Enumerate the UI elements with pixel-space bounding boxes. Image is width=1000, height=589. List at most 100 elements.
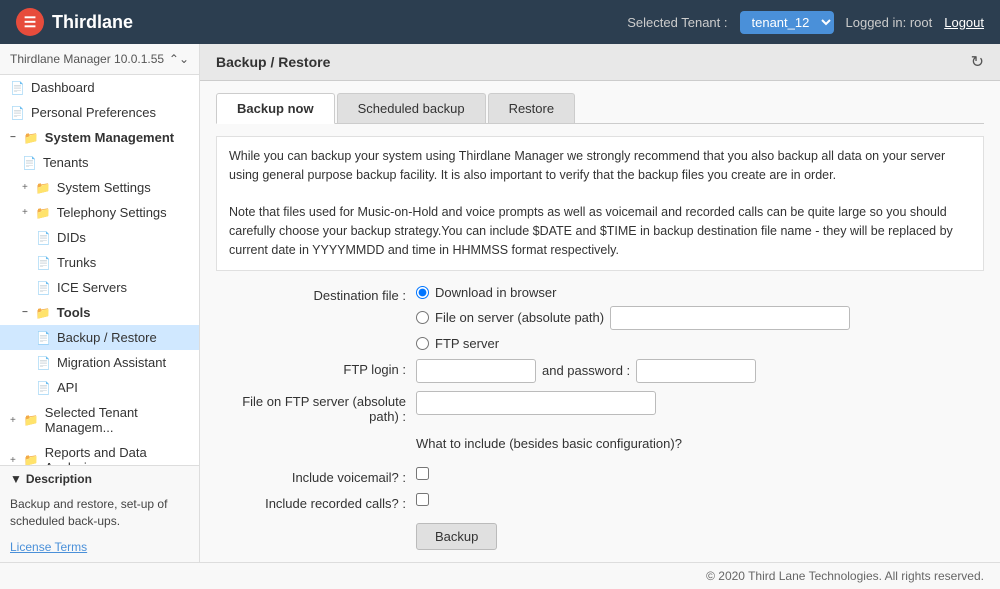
include-recorded-calls-checkbox[interactable] bbox=[416, 493, 429, 506]
dashboard-icon: 📄 bbox=[10, 81, 25, 95]
what-include-label: What to include (besides basic configura… bbox=[416, 436, 682, 451]
sidebar-item-label: Migration Assistant bbox=[57, 355, 166, 370]
file-server-input[interactable] bbox=[610, 306, 850, 330]
sidebar-item-ice-servers[interactable]: 📄 ICE Servers bbox=[0, 275, 199, 300]
expand-icon: + bbox=[22, 182, 28, 193]
sidebar-item-label: Telephony Settings bbox=[57, 205, 167, 220]
sidebar-item-label: Backup / Restore bbox=[57, 330, 157, 345]
main-layout: Thirdlane Manager 10.0.1.55 ⌃⌄ 📄 Dashboa… bbox=[0, 44, 1000, 562]
tenant-label: Selected Tenant : bbox=[627, 15, 727, 30]
backup-button[interactable]: Backup bbox=[416, 523, 497, 550]
ftp-password-input[interactable] bbox=[636, 359, 756, 383]
system-management-icon: 📁 bbox=[24, 131, 39, 145]
info-text-2: Note that files used for Music-on-Hold a… bbox=[229, 203, 971, 259]
expand-icon: + bbox=[22, 207, 28, 218]
tab-restore[interactable]: Restore bbox=[488, 93, 576, 123]
expand-icon: − bbox=[10, 132, 16, 143]
ftp-login-input[interactable] bbox=[416, 359, 536, 383]
tenant-select[interactable]: tenant_12 bbox=[740, 11, 834, 34]
include-voicemail-label: Include voicemail? : bbox=[216, 467, 416, 485]
reports-icon: 📁 bbox=[24, 453, 39, 465]
sidebar-version: Thirdlane Manager 10.0.1.55 bbox=[10, 52, 164, 66]
sidebar-item-dashboard[interactable]: 📄 Dashboard bbox=[0, 75, 199, 100]
system-settings-icon: 📁 bbox=[36, 181, 51, 195]
description-toggle[interactable]: ▼ Description bbox=[0, 466, 199, 492]
destination-controls: Download in browser File on server (abso… bbox=[416, 285, 850, 351]
ftp-server-label[interactable]: FTP server bbox=[435, 336, 499, 351]
ftp-server-radio[interactable] bbox=[416, 337, 429, 350]
header: ☰ Thirdlane Selected Tenant : tenant_12 … bbox=[0, 0, 1000, 44]
download-browser-label[interactable]: Download in browser bbox=[435, 285, 556, 300]
include-recorded-calls-row: Include recorded calls? : bbox=[216, 493, 984, 511]
file-on-ftp-controls bbox=[416, 391, 656, 415]
description-content: Backup and restore, set-up of scheduled … bbox=[0, 492, 199, 536]
sidebar-item-dids[interactable]: 📄 DIDs bbox=[0, 225, 199, 250]
api-icon: 📄 bbox=[36, 381, 51, 395]
what-include-row: What to include (besides basic configura… bbox=[216, 432, 984, 459]
download-browser-radio[interactable] bbox=[416, 286, 429, 299]
dids-icon: 📄 bbox=[36, 231, 51, 245]
sidebar-item-migration-assistant[interactable]: 📄 Migration Assistant bbox=[0, 350, 199, 375]
sidebar-item-label: System Settings bbox=[57, 180, 151, 195]
include-voicemail-checkbox[interactable] bbox=[416, 467, 429, 480]
file-on-ftp-input[interactable] bbox=[416, 391, 656, 415]
sidebar-item-tools[interactable]: − 📁 Tools bbox=[0, 300, 199, 325]
copyright-text: © 2020 Third Lane Technologies. All righ… bbox=[706, 569, 984, 583]
logo: ☰ Thirdlane bbox=[16, 8, 133, 36]
sidebar-footer: ▼ Description Backup and restore, set-up… bbox=[0, 465, 199, 562]
content-header: Backup / Restore ↻ bbox=[200, 44, 1000, 81]
tab-backup-now[interactable]: Backup now bbox=[216, 93, 335, 124]
sidebar-item-label: Reports and Data Analysiss bbox=[45, 445, 189, 465]
sidebar-item-label: Tools bbox=[57, 305, 91, 320]
sidebar-item-label: System Management bbox=[45, 130, 174, 145]
expand-icon: − bbox=[22, 307, 28, 318]
sidebar-collapse-icon[interactable]: ⌃⌄ bbox=[169, 52, 189, 66]
trunks-icon: 📄 bbox=[36, 256, 51, 270]
sidebar-item-system-settings[interactable]: + 📁 System Settings bbox=[0, 175, 199, 200]
sidebar-item-selected-tenant-management[interactable]: + 📁 Selected Tenant Managem... bbox=[0, 400, 199, 440]
sidebar-item-label: DIDs bbox=[57, 230, 86, 245]
sidebar-item-system-management[interactable]: − 📁 System Management bbox=[0, 125, 199, 150]
ftp-password-label: and password : bbox=[542, 363, 630, 378]
sidebar-header: Thirdlane Manager 10.0.1.55 ⌃⌄ bbox=[0, 44, 199, 75]
tenants-icon: 📄 bbox=[22, 156, 37, 170]
sidebar: Thirdlane Manager 10.0.1.55 ⌃⌄ 📄 Dashboa… bbox=[0, 44, 200, 562]
sidebar-item-personal-preferences[interactable]: 📄 Personal Preferences bbox=[0, 100, 199, 125]
tab-scheduled-backup[interactable]: Scheduled backup bbox=[337, 93, 486, 123]
sidebar-item-label: Selected Tenant Managem... bbox=[45, 405, 189, 435]
logo-icon: ☰ bbox=[16, 8, 44, 36]
logo-text: Thirdlane bbox=[52, 12, 133, 33]
sidebar-item-label: Dashboard bbox=[31, 80, 95, 95]
logged-in-label: Logged in: root bbox=[846, 15, 933, 30]
selected-tenant-icon: 📁 bbox=[24, 413, 39, 427]
sidebar-item-telephony-settings[interactable]: + 📁 Telephony Settings bbox=[0, 200, 199, 225]
sidebar-item-label: ICE Servers bbox=[57, 280, 127, 295]
tools-icon: 📁 bbox=[36, 306, 51, 320]
backup-button-area: Backup bbox=[416, 523, 984, 550]
sidebar-item-label: Tenants bbox=[43, 155, 89, 170]
destination-label: Destination file : bbox=[216, 285, 416, 303]
file-server-label[interactable]: File on server (absolute path) bbox=[435, 310, 604, 325]
refresh-icon[interactable]: ↻ bbox=[971, 52, 984, 72]
destination-file-row: Destination file : Download in browser F… bbox=[216, 285, 984, 351]
license-terms-link[interactable]: License Terms bbox=[0, 536, 199, 562]
logout-button[interactable]: Logout bbox=[944, 15, 984, 30]
file-on-ftp-label: File on FTP server (absolute path) : bbox=[216, 391, 416, 424]
sidebar-item-api[interactable]: 📄 API bbox=[0, 375, 199, 400]
sidebar-item-trunks[interactable]: 📄 Trunks bbox=[0, 250, 199, 275]
sidebar-item-reports[interactable]: + 📁 Reports and Data Analysiss bbox=[0, 440, 199, 465]
sidebar-scroll: 📄 Dashboard 📄 Personal Preferences − 📁 S… bbox=[0, 75, 199, 465]
ice-servers-icon: 📄 bbox=[36, 281, 51, 295]
backup-restore-icon: 📄 bbox=[36, 331, 51, 345]
sidebar-item-tenants[interactable]: 📄 Tenants bbox=[0, 150, 199, 175]
ftp-login-controls: and password : bbox=[416, 359, 756, 383]
voicemail-controls bbox=[416, 467, 429, 483]
sidebar-item-label: Trunks bbox=[57, 255, 96, 270]
radio-ftp-server: FTP server bbox=[416, 336, 850, 351]
sidebar-item-label: Personal Preferences bbox=[31, 105, 156, 120]
expand-icon: + bbox=[10, 415, 16, 426]
content-body: Backup now Scheduled backup Restore Whil… bbox=[200, 81, 1000, 562]
file-server-radio[interactable] bbox=[416, 311, 429, 324]
sidebar-item-backup-restore[interactable]: 📄 Backup / Restore bbox=[0, 325, 199, 350]
sidebar-item-label: API bbox=[57, 380, 78, 395]
